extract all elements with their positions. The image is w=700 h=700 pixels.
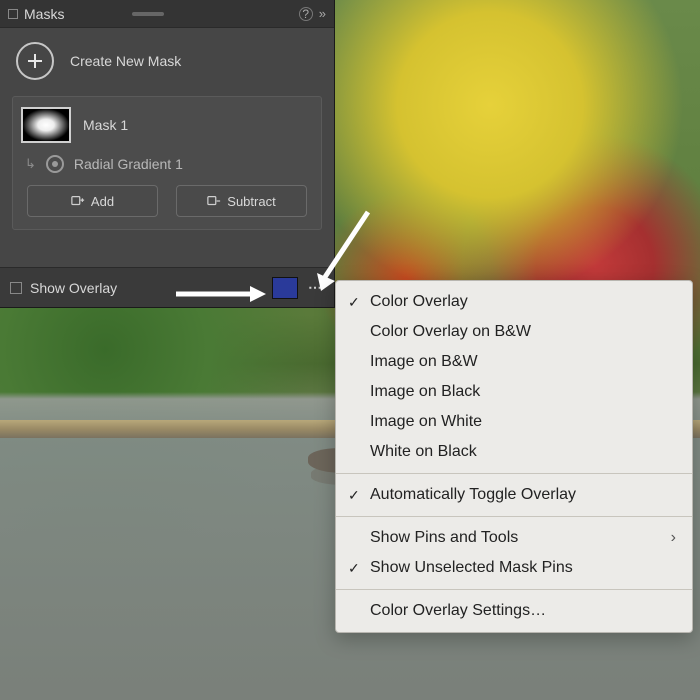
mask-thumbnail[interactable]: [21, 107, 71, 143]
subtract-button[interactable]: Subtract: [176, 185, 307, 217]
menu-separator: [336, 516, 692, 517]
panel-footer: Show Overlay ⋯: [0, 267, 334, 307]
menu-item-show-unselected[interactable]: Show Unselected Mask Pins: [336, 553, 692, 583]
menu-separator: [336, 473, 692, 474]
add-mask-icon: [71, 194, 85, 208]
overlay-menu-button[interactable]: ⋯: [308, 279, 324, 296]
subtract-button-label: Subtract: [227, 194, 275, 209]
mask-component-label: Radial Gradient 1: [74, 156, 183, 172]
menu-item-color-overlay[interactable]: Color Overlay: [336, 287, 692, 317]
mask-header-row[interactable]: Mask 1: [21, 107, 313, 143]
overlay-color-swatch[interactable]: [272, 277, 298, 299]
menu-item-color-overlay-bw[interactable]: Color Overlay on B&W: [336, 317, 692, 347]
menu-item-show-pins[interactable]: Show Pins and Tools›: [336, 523, 692, 553]
overlay-context-menu: Color Overlay Color Overlay on B&W Image…: [335, 280, 693, 633]
plus-icon: [27, 53, 43, 69]
indent-arrow-icon: ↳: [25, 156, 36, 172]
mask-card[interactable]: Mask 1 ↳ Radial Gradient 1 Add Subtract: [12, 96, 322, 230]
panel-grip-icon[interactable]: [132, 12, 164, 16]
menu-item-image-bw[interactable]: Image on B&W: [336, 347, 692, 377]
mask-name: Mask 1: [83, 117, 128, 133]
panel-body: Create New Mask Mask 1 ↳ Radial Gradient…: [0, 28, 334, 267]
create-mask-row[interactable]: Create New Mask: [0, 28, 334, 90]
mask-component-row[interactable]: ↳ Radial Gradient 1: [21, 155, 313, 173]
create-mask-label: Create New Mask: [70, 53, 181, 69]
help-icon[interactable]: ?: [299, 7, 313, 21]
panel-title-text: Masks: [24, 6, 64, 22]
submenu-chevron-icon: ›: [671, 529, 676, 547]
menu-item-white-black[interactable]: White on Black: [336, 437, 692, 467]
show-overlay-checkbox[interactable]: [10, 282, 22, 294]
radial-gradient-icon: [46, 155, 64, 173]
panel-collapse-icon[interactable]: [8, 9, 18, 19]
menu-item-image-white[interactable]: Image on White: [336, 407, 692, 437]
subtract-mask-icon: [207, 194, 221, 208]
menu-item-auto-toggle[interactable]: Automatically Toggle Overlay: [336, 480, 692, 510]
show-overlay-label[interactable]: Show Overlay: [30, 280, 117, 296]
expand-icon[interactable]: »: [319, 6, 326, 21]
panel-titlebar[interactable]: Masks ? »: [0, 0, 334, 28]
menu-item-image-black[interactable]: Image on Black: [336, 377, 692, 407]
add-button[interactable]: Add: [27, 185, 158, 217]
masks-panel: Masks ? » Create New Mask Mask 1 ↳ Radia…: [0, 0, 335, 308]
add-button-label: Add: [91, 194, 114, 209]
menu-separator: [336, 589, 692, 590]
menu-item-overlay-settings[interactable]: Color Overlay Settings…: [336, 596, 692, 626]
create-mask-plus-button[interactable]: [16, 42, 54, 80]
